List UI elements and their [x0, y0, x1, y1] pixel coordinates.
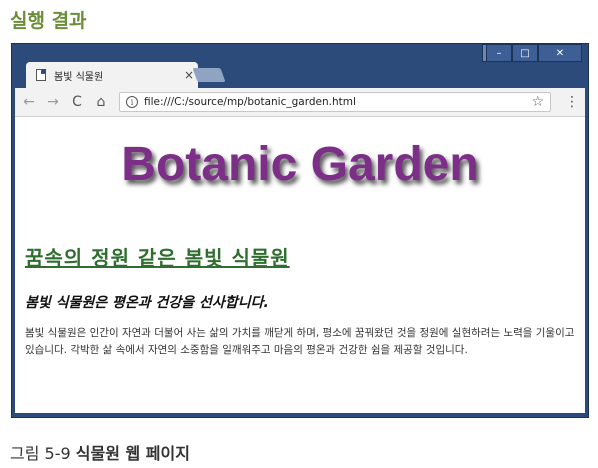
- url-text[interactable]: file:///C:/source/mp/botanic_garden.html: [144, 96, 531, 108]
- browser-window: 봄빛 식물원 × – □ ✕ ← → C ⌂ i file:///C:/sour…: [11, 43, 589, 418]
- reload-button[interactable]: C: [67, 92, 87, 112]
- info-icon[interactable]: i: [126, 96, 138, 108]
- page-title: Botanic Garden: [121, 138, 479, 191]
- new-tab-button[interactable]: [192, 68, 226, 82]
- figure-caption: 그림 5-9 식물원 웹 페이지: [10, 440, 190, 464]
- minimize-button[interactable]: –: [486, 44, 512, 62]
- close-window-button[interactable]: ✕: [538, 44, 582, 62]
- window-controls: – □ ✕: [486, 44, 582, 62]
- menu-icon[interactable]: ⋮: [565, 94, 579, 110]
- section-heading: 실행 결과: [10, 10, 87, 32]
- back-button[interactable]: ←: [19, 92, 39, 112]
- document-icon: [36, 69, 46, 81]
- star-icon[interactable]: ☆: [531, 94, 544, 110]
- caption-number: 그림 5-9: [10, 444, 71, 463]
- page-subtitle: 꿈속의 정원 같은 봄빛 식물원: [25, 246, 290, 270]
- forward-button[interactable]: →: [43, 92, 63, 112]
- page-viewport: Botanic Garden 꿈속의 정원 같은 봄빛 식물원 봄빛 식물원은 …: [15, 117, 585, 413]
- title-bar: 봄빛 식물원 × – □ ✕: [12, 44, 588, 88]
- tab-title: 봄빛 식물원: [54, 71, 104, 83]
- page-paragraph: 봄빛 식물원은 인간이 자연과 더불어 사는 삶의 가치를 깨닫게 하며, 평소…: [25, 327, 575, 356]
- page-tagline: 봄빛 식물원은 평온과 건강을 선사합니다.: [25, 295, 269, 311]
- caption-text: 식물원 웹 페이지: [75, 444, 190, 463]
- maximize-button[interactable]: □: [512, 44, 538, 62]
- address-bar[interactable]: i file:///C:/source/mp/botanic_garden.ht…: [119, 92, 551, 112]
- browser-tab[interactable]: 봄빛 식물원 ×: [26, 62, 198, 88]
- home-button[interactable]: ⌂: [91, 92, 111, 112]
- browser-toolbar: ← → C ⌂ i file:///C:/source/mp/botanic_g…: [15, 88, 585, 117]
